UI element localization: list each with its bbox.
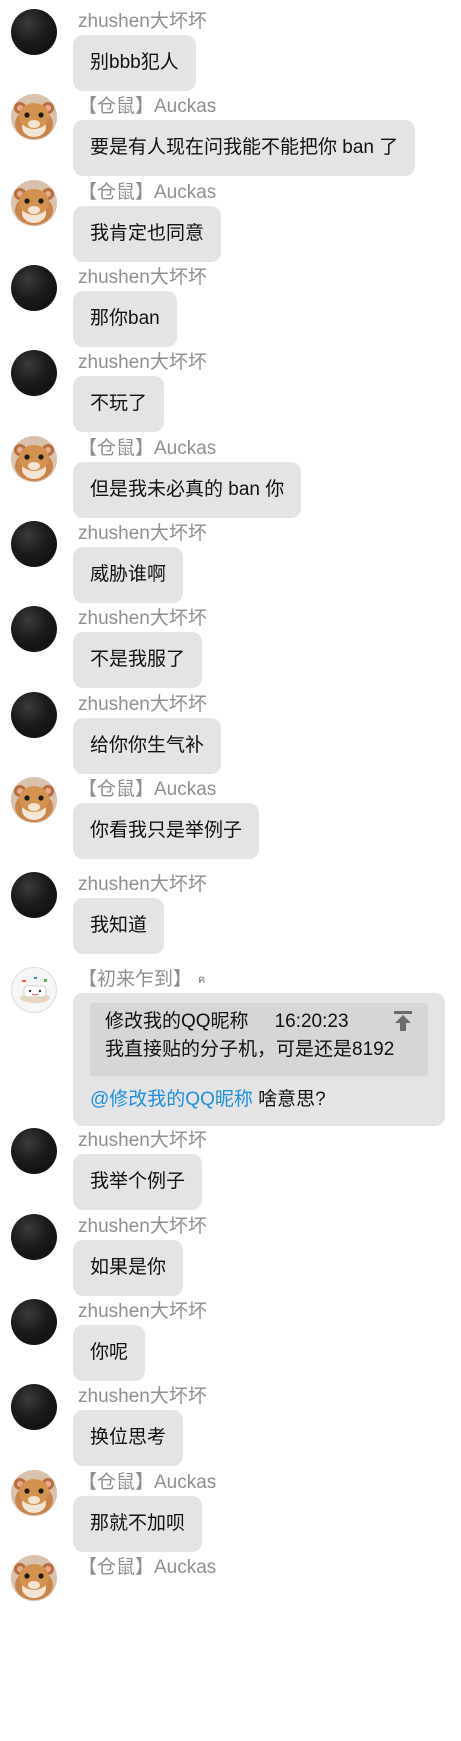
mention-link[interactable]: @修改我的QQ昵称: [90, 1089, 253, 1110]
chat-message-reply: 【初来乍到】 ฅ 修改我的QQ昵称 16:20:23 我直接贴的分子机，可是还是8192…: [0, 958, 461, 1128]
sender-name[interactable]: zhushen大坏坏: [78, 1215, 207, 1239]
black-circle-avatar[interactable]: [11, 872, 57, 918]
chat-message: zhushen大坏坏 威胁谁啊: [0, 512, 461, 604]
sender-name[interactable]: zhushen大坏坏: [78, 607, 207, 631]
chat-message: zhushen大坏坏 我知道: [0, 863, 461, 955]
sender-name[interactable]: 【仓鼠】Auckas: [78, 778, 216, 802]
quote-header: 修改我的QQ昵称 16:20:23: [105, 1008, 349, 1036]
chat-message: zhushen大坏坏 我举个例子: [0, 1119, 461, 1211]
reply-text: @修改我的QQ昵称 啥意思?: [90, 1086, 326, 1114]
chat-message: zhushen大坏坏 换位思考: [0, 1375, 461, 1467]
sender-name[interactable]: zhushen大坏坏: [78, 1385, 207, 1409]
chat-message: zhushen大坏坏 不玩了: [0, 341, 461, 433]
chat-message: zhushen大坏坏 给你你生气补: [0, 683, 461, 775]
hamster-avatar[interactable]: [11, 777, 57, 823]
message-bubble[interactable]: 给你你生气补: [73, 718, 222, 774]
message-bubble[interactable]: 要是有人现在问我能不能把你 ban 了: [73, 120, 416, 176]
reply-body: 啥意思?: [252, 1089, 326, 1110]
message-bubble[interactable]: 不是我服了: [73, 632, 203, 688]
hamster-avatar[interactable]: [11, 1470, 57, 1516]
message-bubble[interactable]: 别bbb犯人: [73, 35, 196, 91]
message-bubble[interactable]: 修改我的QQ昵称 16:20:23 我直接贴的分子机，可是还是8192 @修改我的QQ…: [73, 993, 445, 1126]
hamster-avatar[interactable]: [11, 180, 57, 226]
sender-name[interactable]: zhushen大坏坏: [78, 522, 207, 546]
message-bubble[interactable]: 但是我未必真的 ban 你: [73, 462, 302, 518]
black-circle-avatar[interactable]: [11, 521, 57, 567]
tofu-avatar[interactable]: [11, 967, 57, 1013]
chat-message: zhushen大坏坏 那你ban: [0, 256, 461, 348]
sender-name[interactable]: zhushen大坏坏: [78, 266, 207, 290]
sender-name[interactable]: zhushen大坏坏: [78, 1129, 207, 1153]
chat-message: zhushen大坏坏 你呢: [0, 1290, 461, 1382]
chat-message: zhushen大坏坏 如果是你: [0, 1205, 461, 1297]
message-bubble[interactable]: 我知道: [73, 898, 165, 954]
chat-message: 【仓鼠】Auckas 我肯定也同意: [0, 171, 461, 263]
black-circle-avatar[interactable]: [11, 9, 57, 55]
sender-name[interactable]: zhushen大坏坏: [78, 1300, 207, 1324]
level-badge: ฅ: [198, 974, 206, 986]
hamster-avatar[interactable]: [11, 436, 57, 482]
message-bubble[interactable]: 那就不加呗: [73, 1496, 203, 1552]
sender-name[interactable]: 【初来乍到】 ฅ: [78, 968, 205, 992]
message-bubble[interactable]: 你看我只是举例子: [73, 803, 260, 859]
chat-message: zhushen大坏坏 别bbb犯人: [0, 0, 461, 92]
sender-name[interactable]: 【仓鼠】Auckas: [78, 181, 216, 205]
sender-name[interactable]: zhushen大坏坏: [78, 693, 207, 717]
message-bubble[interactable]: 我肯定也同意: [73, 206, 222, 262]
black-circle-avatar[interactable]: [11, 1299, 57, 1345]
sender-name[interactable]: zhushen大坏坏: [78, 351, 207, 375]
black-circle-avatar[interactable]: [11, 1128, 57, 1174]
sender-name[interactable]: 【仓鼠】Auckas: [78, 1556, 216, 1580]
message-bubble[interactable]: 如果是你: [73, 1240, 184, 1296]
sender-name[interactable]: zhushen大坏坏: [78, 873, 207, 897]
hamster-avatar[interactable]: [11, 94, 57, 140]
chat-message: zhushen大坏坏 不是我服了: [0, 597, 461, 689]
black-circle-avatar[interactable]: [11, 265, 57, 311]
chat-message: 【仓鼠】Auckas: [0, 1546, 461, 1638]
sender-name[interactable]: zhushen大坏坏: [78, 10, 207, 34]
chat-message: 【仓鼠】Auckas 那就不加呗: [0, 1461, 461, 1553]
message-bubble[interactable]: 换位思考: [73, 1410, 184, 1466]
sender-name[interactable]: 【仓鼠】Auckas: [78, 95, 216, 119]
message-bubble[interactable]: 不玩了: [73, 376, 165, 432]
hamster-avatar[interactable]: [11, 1555, 57, 1601]
black-circle-avatar[interactable]: [11, 1214, 57, 1260]
sender-name[interactable]: 【仓鼠】Auckas: [78, 437, 216, 461]
chat-message: 【仓鼠】Auckas 你看我只是举例子: [0, 768, 461, 860]
chat-message: 【仓鼠】Auckas 要是有人现在问我能不能把你 ban 了: [0, 85, 461, 177]
quote-text: 我直接贴的分子机，可是还是8192: [105, 1039, 395, 1060]
message-bubble[interactable]: 威胁谁啊: [73, 547, 184, 603]
quote-author: 修改我的QQ昵称: [105, 1011, 249, 1032]
sender-name-text: 【初来乍到】: [78, 969, 193, 991]
black-circle-avatar[interactable]: [11, 606, 57, 652]
sender-name[interactable]: 【仓鼠】Auckas: [78, 1471, 216, 1495]
message-bubble[interactable]: 那你ban: [73, 291, 177, 347]
message-bubble[interactable]: 我举个例子: [73, 1154, 203, 1210]
chat-message: 【仓鼠】Auckas 但是我未必真的 ban 你: [0, 427, 461, 519]
message-bubble[interactable]: 你呢: [73, 1325, 146, 1381]
black-circle-avatar[interactable]: [11, 350, 57, 396]
quoted-message[interactable]: 修改我的QQ昵称 16:20:23 我直接贴的分子机，可是还是8192: [90, 1003, 428, 1076]
jump-to-top-icon[interactable]: [392, 1009, 414, 1033]
quote-time: 16:20:23: [274, 1011, 349, 1032]
black-circle-avatar[interactable]: [11, 1384, 57, 1430]
black-circle-avatar[interactable]: [11, 692, 57, 738]
